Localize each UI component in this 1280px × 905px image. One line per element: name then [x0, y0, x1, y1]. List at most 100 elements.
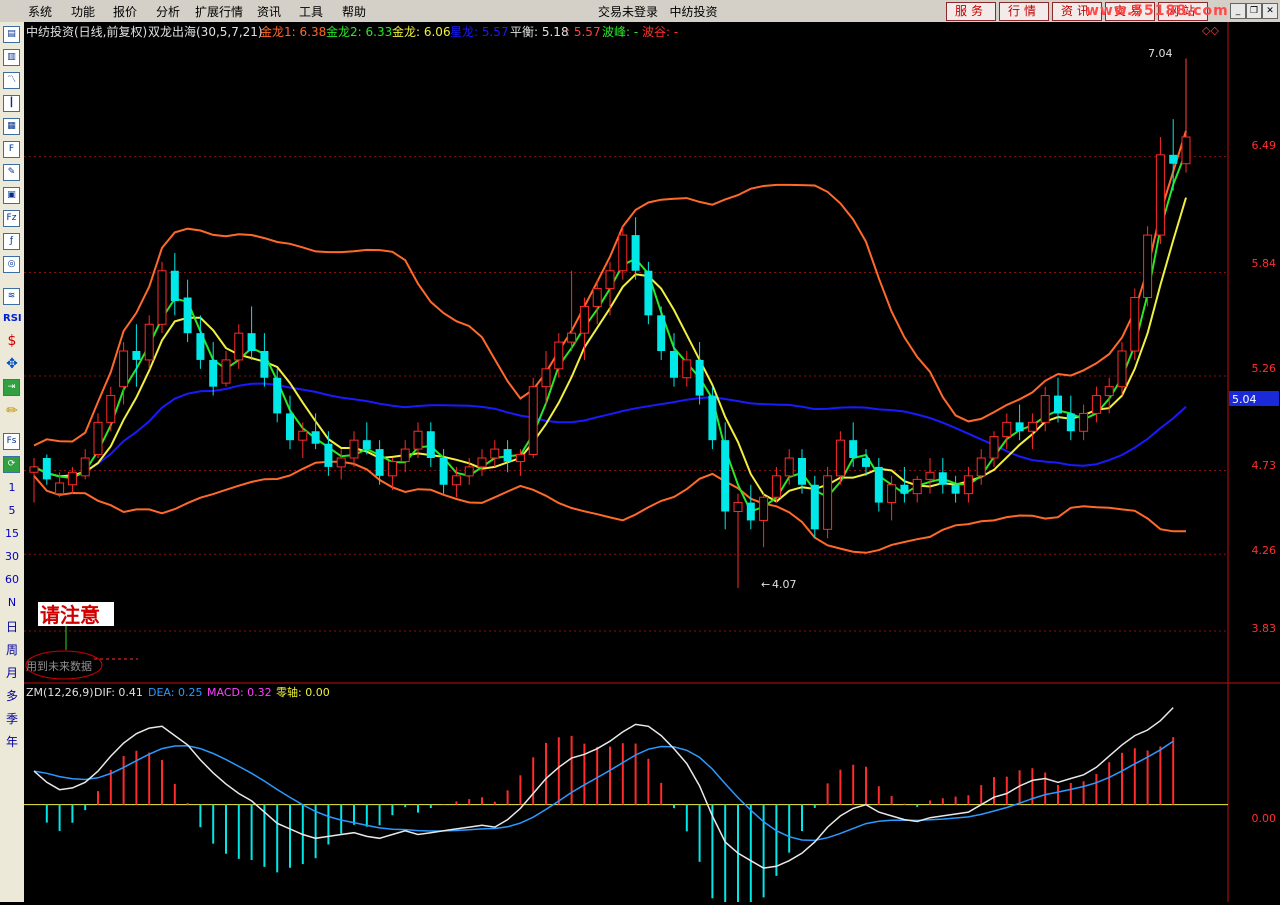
menu-function[interactable]: 功能 [71, 3, 95, 20]
stock-name: 中纺投资 [669, 5, 718, 19]
chart-icon[interactable]: ▤ [3, 26, 20, 43]
candle-body [951, 484, 960, 494]
service-button[interactable]: 服务 [946, 2, 996, 21]
macd-name: ZM(12,26,9) [26, 686, 94, 699]
magnifier-icon[interactable]: ◎ [3, 256, 20, 273]
period-n[interactable]: N [3, 594, 21, 612]
period-year[interactable]: 年 [3, 733, 21, 751]
candle-icon[interactable]: ┃ [3, 95, 20, 112]
menu-quote[interactable]: 报价 [113, 3, 137, 20]
candle-body [912, 478, 922, 495]
candle-body [170, 270, 179, 302]
period-multi[interactable]: 多 [3, 687, 21, 705]
candle-body [670, 351, 678, 378]
close-icon[interactable]: ✕ [1262, 3, 1278, 19]
fs-icon[interactable]: Fs [3, 433, 20, 450]
menu-tools[interactable]: 工具 [299, 3, 323, 20]
candle-body [298, 430, 308, 441]
menu-news[interactable]: 资讯 [257, 3, 281, 20]
formula-icon[interactable]: ƒ [3, 233, 20, 250]
candle-body [93, 421, 103, 455]
candle-body [183, 297, 192, 334]
menu-system[interactable]: 系统 [28, 3, 52, 20]
stats-icon[interactable]: ≋ [3, 288, 20, 305]
candle-body [976, 457, 986, 477]
candle-body [644, 270, 653, 316]
rsi-icon[interactable]: RSI [3, 310, 22, 328]
candle-body [477, 457, 487, 468]
period-quarter[interactable]: 季 [3, 710, 21, 728]
candle-body [451, 475, 461, 486]
note-icon[interactable]: ✎ [3, 164, 20, 181]
menu-help[interactable]: 帮助 [342, 3, 366, 20]
candle-body [273, 377, 282, 414]
low-arrow-icon: ← [761, 578, 770, 591]
candle-body [874, 466, 883, 503]
period-15min[interactable]: 15 [3, 525, 21, 543]
calendar-icon[interactable]: ▣ [3, 187, 20, 204]
candle-body [286, 413, 294, 441]
period-1min[interactable]: 1 [3, 479, 21, 497]
menu-extended-quotes[interactable]: 扩展行情 [195, 3, 243, 20]
trend-icon[interactable]: 〽 [3, 72, 20, 89]
kline-chart[interactable]: 中纺投资(日线,前复权) 双龙出海(30,5,7,21) 金龙1: 6.38 金… [24, 22, 1280, 905]
export-icon[interactable]: ⇥ [3, 379, 20, 396]
candle-body [42, 458, 51, 480]
pencil-icon[interactable]: ✏ [3, 402, 21, 420]
candle-body [1169, 154, 1178, 164]
candle-body [1040, 395, 1050, 423]
candle-body [938, 472, 947, 485]
candle-body [144, 323, 154, 361]
arrows-icon[interactable]: ✥ [3, 355, 21, 373]
candle-body [221, 359, 231, 384]
candle-body [464, 466, 474, 477]
menu-bar: 系统 功能 报价 分析 扩展行情 资讯 工具 帮助 交易未登录 中纺投资 服务 … [0, 0, 1280, 23]
refresh-icon[interactable]: ⟳ [3, 456, 20, 473]
candle-body [1002, 421, 1012, 438]
fz-icon[interactable]: Fz [3, 210, 20, 227]
candle-body [55, 482, 65, 495]
candle-body [132, 351, 141, 360]
candle-body [324, 443, 333, 467]
period-30min[interactable]: 30 [3, 548, 21, 566]
candle-body [849, 440, 858, 458]
left-toolbar: ▤ ▥ 〽 ┃ ▦ F ✎ ▣ Fz ƒ ◎ ≋ RSI $ ✥ ⇥ ✏ Fs … [0, 22, 25, 902]
candle-body [862, 458, 870, 467]
axis-label-4-26: 4.26 [1252, 544, 1277, 557]
candle-body [106, 395, 116, 423]
dollar-icon[interactable]: $ [3, 332, 21, 350]
period-60min[interactable]: 60 [3, 571, 21, 589]
candle-body [1027, 421, 1037, 432]
candle-body [1015, 422, 1024, 432]
period-day[interactable]: 日 [3, 618, 21, 636]
axis-label-3-83: 3.83 [1252, 622, 1277, 635]
candle-body [682, 359, 692, 379]
period-5min[interactable]: 5 [3, 502, 21, 520]
chart-area[interactable]: 中纺投资(日线,前复权) 双龙出海(30,5,7,21) 金龙1: 6.38 金… [24, 22, 1280, 905]
candle-body [721, 440, 730, 512]
period-week[interactable]: 周 [3, 641, 21, 659]
indicator-name: 双龙出海(30,5,7,21) [148, 24, 263, 39]
kline-icon[interactable]: ▥ [3, 49, 20, 66]
candle-body [119, 350, 129, 388]
candle-body [810, 484, 819, 530]
header-item-value: : 5.57 [566, 25, 601, 39]
quotes-button[interactable]: 行情 [999, 2, 1049, 21]
f10-icon[interactable]: F [3, 141, 20, 158]
minimize-icon[interactable]: _ [1230, 3, 1246, 19]
candle-body [823, 475, 833, 530]
macd-item-macd: MACD: 0.32 [207, 686, 272, 699]
period-month[interactable]: 月 [3, 664, 21, 682]
book-icon[interactable]: ▦ [3, 118, 20, 135]
candle-body [1143, 234, 1153, 298]
high-price-label: 7.04 [1148, 47, 1173, 60]
candle-body [657, 315, 666, 351]
restore-icon[interactable]: ❐ [1246, 3, 1262, 19]
low-price-label: 4.07 [772, 578, 797, 591]
candle-body [771, 475, 781, 498]
menu-analysis[interactable]: 分析 [156, 3, 180, 20]
candle-body [234, 332, 244, 361]
macd-axis-zero: 0.00 [1252, 812, 1277, 825]
candle-body [1117, 350, 1127, 388]
candle-body [375, 449, 384, 476]
